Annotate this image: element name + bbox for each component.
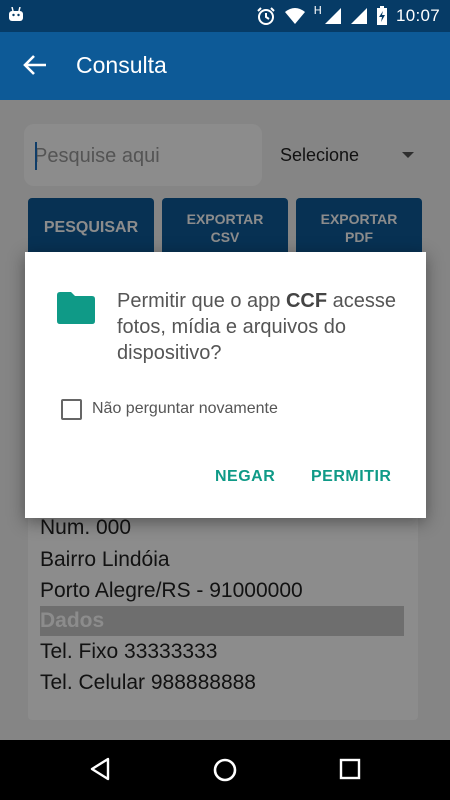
dont-ask-again-label: Não perguntar novamente [92,400,278,417]
status-time: 10:07 [395,6,440,25]
signal-icon [324,8,341,24]
signal-icon-2 [350,8,367,24]
network-type-label: H [313,4,322,17]
permission-message: Permitir que o app CCF acesse fotos, míd… [117,288,407,366]
back-nav-icon[interactable] [88,757,112,781]
deny-button[interactable]: NEGAR [215,468,275,486]
allow-button[interactable]: PERMITIR [311,468,391,486]
home-nav-icon[interactable] [212,757,238,783]
wifi-icon [284,8,305,24]
app-bar: Consulta [0,32,450,100]
battery-charging-icon [376,6,387,25]
alarm-icon [256,7,275,25]
recents-nav-icon[interactable] [338,757,362,781]
arrow-back-icon[interactable] [22,52,48,78]
app-name: CCF [285,290,328,312]
folder-icon [57,292,95,324]
page-title: Consulta [76,52,167,78]
status-bar: H 10:07 [0,0,450,32]
dont-ask-again-checkbox[interactable] [61,398,82,420]
android-icon [9,7,23,21]
permission-dialog: Permitir que o app CCF acesse fotos, míd… [25,252,426,518]
permission-message-prefix: Permitir que o app [117,290,286,312]
navigation-bar [0,740,450,800]
dont-ask-again-row[interactable]: Não perguntar novamente [61,398,278,420]
